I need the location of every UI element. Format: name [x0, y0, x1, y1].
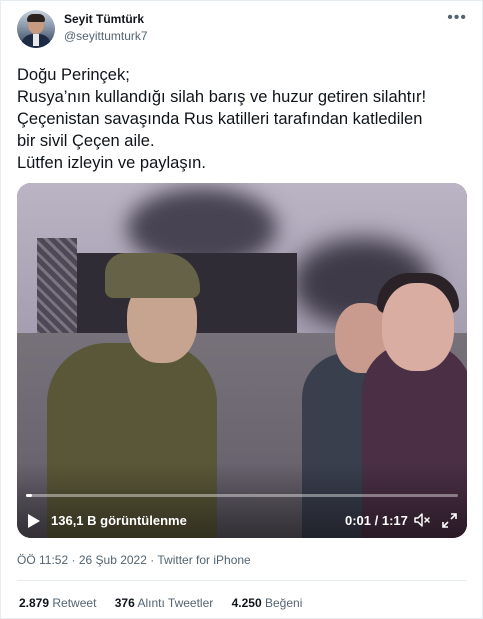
quotes-count: 376 — [114, 596, 135, 610]
author-display-name[interactable]: Seyit Tümtürk — [64, 12, 148, 27]
tweet-meta: ÖÖ 11:52 · 26 Şub 2022 · Twitter for iPh… — [17, 553, 251, 568]
tweet-time[interactable]: ÖÖ 11:52 — [17, 553, 68, 567]
video-frame-woman-head — [382, 283, 454, 371]
author-handle[interactable]: @seyittumturk7 — [64, 29, 148, 44]
quotes-stat[interactable]: 376 Alıntı Tweetler — [115, 596, 214, 611]
video-progress-bar[interactable] — [26, 494, 458, 497]
avatar[interactable] — [17, 10, 55, 48]
more-icon[interactable]: ••• — [447, 10, 467, 26]
likes-label: Beğeni — [265, 596, 303, 610]
quotes-label: Alıntı Tweetler — [137, 596, 214, 610]
tweet-header: Seyit Tümtürk @seyittumturk7 ••• — [17, 10, 467, 50]
video-player[interactable]: 136,1 B görüntülenme 0:01 / 1:17 — [17, 183, 467, 538]
tweet-text-line: bir sivil Çeçen aile. — [17, 132, 155, 150]
tweet-text-line: Çeçenistan savaşında Rus katilleri taraf… — [17, 110, 423, 128]
likes-count: 4.250 — [231, 596, 262, 610]
fullscreen-icon[interactable] — [441, 512, 458, 529]
tweet-text-line: Doğu Perinçek; — [17, 66, 130, 84]
tweet-card: Seyit Tümtürk @seyittumturk7 ••• Doğu Pe… — [0, 0, 483, 619]
tweet-date[interactable]: 26 Şub 2022 — [79, 553, 147, 567]
video-time: 0:01 / 1:17 — [345, 513, 408, 528]
retweets-label: Retweet — [52, 596, 97, 610]
video-view-count: 136,1 B görüntülenme — [51, 513, 187, 528]
volume-icon[interactable] — [413, 511, 431, 529]
play-icon[interactable] — [27, 513, 41, 529]
tweet-text-line: Rusya’nın kullandığı silah barış ve huzu… — [17, 88, 427, 106]
author-names[interactable]: Seyit Tümtürk @seyittumturk7 — [64, 12, 148, 44]
meta-separator: · — [71, 553, 76, 567]
video-frame-soldier-cap — [105, 253, 200, 298]
divider — [17, 580, 467, 581]
meta-separator: · — [150, 553, 155, 567]
video-progress-fill — [26, 494, 32, 497]
likes-stat[interactable]: 4.250 Beğeni — [232, 596, 303, 611]
retweets-stat[interactable]: 2.879 Retweet — [19, 596, 96, 611]
retweets-count: 2.879 — [19, 596, 50, 610]
tweet-text-line: Lütfen izleyin ve paylaşın. — [17, 154, 206, 172]
tweet-text: Doğu Perinçek; Rusya’nın kullandığı sila… — [17, 64, 472, 174]
tweet-source[interactable]: Twitter for iPhone — [157, 553, 250, 567]
tweet-stats: 2.879 Retweet 376 Alıntı Tweetler 4.250 … — [19, 596, 317, 611]
